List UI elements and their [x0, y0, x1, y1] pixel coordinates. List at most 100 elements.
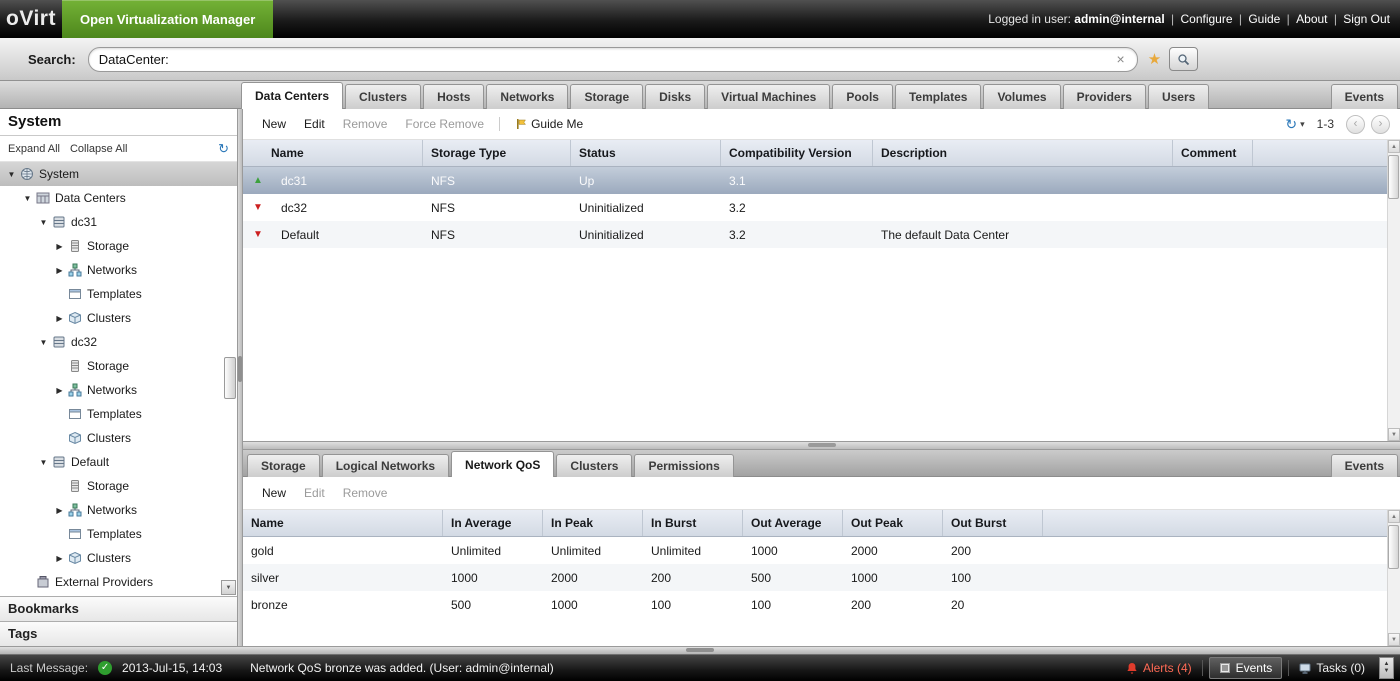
tree-item-templates[interactable]: Templates	[0, 522, 237, 546]
force-remove-button[interactable]: Force Remove	[396, 117, 493, 131]
qos-row-silver[interactable]: silver100020002005001000100	[243, 564, 1400, 591]
column-header-in-peak[interactable]: In Peak	[543, 510, 643, 536]
tree-item-networks[interactable]: ▶Networks	[0, 258, 237, 282]
tree-item-networks[interactable]: ▶Networks	[0, 498, 237, 522]
tab-templates[interactable]: Templates	[895, 84, 981, 109]
sidebar-section-tags[interactable]: Tags	[0, 621, 237, 646]
tree-item-clusters[interactable]: ▶Clusters	[0, 306, 237, 330]
table-row-default[interactable]: ▼DefaultNFSUninitialized3.2The default D…	[243, 221, 1400, 248]
tree-item-templates[interactable]: Templates	[0, 282, 237, 306]
search-button[interactable]	[1169, 47, 1198, 71]
column-header-out-peak[interactable]: Out Peak	[843, 510, 943, 536]
tab-pools[interactable]: Pools	[832, 84, 893, 109]
expander-closed-icon[interactable]: ▶	[52, 554, 67, 563]
tree-item-external-providers[interactable]: External Providers	[0, 570, 237, 594]
detail-tab-storage[interactable]: Storage	[247, 454, 320, 477]
events-button[interactable]: Events	[1209, 657, 1283, 679]
header-link-guide[interactable]: Guide	[1248, 12, 1280, 26]
column-header-description[interactable]: Description	[873, 140, 1173, 166]
tab-disks[interactable]: Disks	[645, 84, 705, 109]
detail-tab-logical-networks[interactable]: Logical Networks	[322, 454, 449, 477]
scrollbar-up-button[interactable]: ▲	[1388, 140, 1400, 153]
detail-tab-permissions[interactable]: Permissions	[634, 454, 733, 477]
expand-all-button[interactable]: Expand All	[8, 143, 60, 155]
alerts-button[interactable]: Alerts (4)	[1116, 661, 1202, 675]
qos-remove-button[interactable]: Remove	[334, 486, 397, 500]
collapse-all-button[interactable]: Collapse All	[70, 143, 127, 155]
tree-item-storage[interactable]: Storage	[0, 474, 237, 498]
tree-item-clusters[interactable]: Clusters	[0, 426, 237, 450]
scrollbar-down-button[interactable]: ▼	[1388, 428, 1400, 441]
detail-tab-events[interactable]: Events	[1331, 454, 1398, 477]
scrollbar-thumb[interactable]	[1388, 155, 1399, 199]
column-header-comment[interactable]: Comment	[1173, 140, 1253, 166]
prev-page-button[interactable]: ‹	[1346, 115, 1365, 134]
tab-providers[interactable]: Providers	[1063, 84, 1146, 109]
tree-item-templates[interactable]: Templates	[0, 402, 237, 426]
tab-users[interactable]: Users	[1148, 84, 1209, 109]
column-header-in-average[interactable]: In Average	[443, 510, 543, 536]
column-header-name[interactable]: Name	[243, 510, 443, 536]
column-header-out-average[interactable]: Out Average	[743, 510, 843, 536]
tree-item-system[interactable]: ▼System	[0, 162, 237, 186]
column-header-in-burst[interactable]: In Burst	[643, 510, 743, 536]
guide-me-button[interactable]: Guide Me	[506, 117, 592, 131]
refresh-caret-icon[interactable]: ▾	[1300, 119, 1305, 130]
tab-virtual-machines[interactable]: Virtual Machines	[707, 84, 830, 109]
bookmark-star-icon[interactable]: ★	[1148, 50, 1161, 68]
tab-volumes[interactable]: Volumes	[983, 84, 1060, 109]
footer-collapse-toggle[interactable]: ▲ ▼	[1379, 657, 1394, 679]
scrollbar-down-button[interactable]: ▼	[221, 580, 236, 595]
table-row-dc31[interactable]: ▲dc31NFSUp3.1	[243, 167, 1400, 194]
scrollbar-down-button[interactable]: ▼	[1388, 633, 1400, 646]
scrollbar-thumb[interactable]	[1388, 525, 1399, 569]
detail-tab-network-qos[interactable]: Network QoS	[451, 451, 554, 477]
tab-events[interactable]: Events	[1331, 84, 1398, 109]
header-link-configure[interactable]: Configure	[1180, 12, 1232, 26]
tree-item-data-centers[interactable]: ▼Data Centers	[0, 186, 237, 210]
tree-item-clusters[interactable]: ▶Clusters	[0, 546, 237, 570]
expander-closed-icon[interactable]: ▶	[52, 266, 67, 275]
expander-closed-icon[interactable]: ▶	[52, 506, 67, 515]
scrollbar-thumb[interactable]	[224, 357, 236, 399]
tab-clusters[interactable]: Clusters	[345, 84, 421, 109]
clear-search-icon[interactable]: ×	[1115, 51, 1127, 67]
tab-hosts[interactable]: Hosts	[423, 84, 484, 109]
column-header-status[interactable]: Status	[571, 140, 721, 166]
tab-data-centers[interactable]: Data Centers	[241, 82, 343, 109]
expander-closed-icon[interactable]: ▶	[52, 314, 67, 323]
next-page-button[interactable]: ›	[1371, 115, 1390, 134]
expander-open-icon[interactable]: ▼	[20, 194, 35, 203]
tree-item-dc32[interactable]: ▼dc32	[0, 330, 237, 354]
sidebar-section-bookmarks[interactable]: Bookmarks	[0, 596, 237, 621]
qos-new-button[interactable]: New	[253, 486, 295, 500]
column-header-name[interactable]: Name	[243, 140, 423, 166]
tab-storage[interactable]: Storage	[570, 84, 643, 109]
tree-item-dc31[interactable]: ▼dc31	[0, 210, 237, 234]
tree-item-storage[interactable]: Storage	[0, 354, 237, 378]
column-header-compatibility-version[interactable]: Compatibility Version	[721, 140, 873, 166]
tab-networks[interactable]: Networks	[486, 84, 568, 109]
column-header-storage-type[interactable]: Storage Type	[423, 140, 571, 166]
column-header-out-burst[interactable]: Out Burst	[943, 510, 1043, 536]
search-input[interactable]	[99, 52, 1115, 67]
header-link-about[interactable]: About	[1296, 12, 1327, 26]
footer-splitter[interactable]	[0, 646, 1400, 655]
tree-item-storage[interactable]: ▶Storage	[0, 234, 237, 258]
edit-button[interactable]: Edit	[295, 117, 334, 131]
header-link-sign-out[interactable]: Sign Out	[1343, 12, 1390, 26]
tree-item-default[interactable]: ▼Default	[0, 450, 237, 474]
grid-detail-splitter[interactable]	[243, 441, 1400, 450]
tree-item-networks[interactable]: ▶Networks	[0, 378, 237, 402]
expander-open-icon[interactable]: ▼	[36, 338, 51, 347]
tasks-button[interactable]: Tasks (0)	[1289, 661, 1375, 675]
tree-refresh-icon[interactable]: ↻	[218, 141, 229, 157]
detail-tab-clusters[interactable]: Clusters	[556, 454, 632, 477]
expander-closed-icon[interactable]: ▶	[52, 386, 67, 395]
grid-refresh-icon[interactable]: ↻	[1285, 116, 1297, 133]
expander-open-icon[interactable]: ▼	[4, 170, 19, 179]
expander-closed-icon[interactable]: ▶	[52, 242, 67, 251]
remove-button[interactable]: Remove	[334, 117, 397, 131]
expander-open-icon[interactable]: ▼	[36, 218, 51, 227]
new-button[interactable]: New	[253, 117, 295, 131]
